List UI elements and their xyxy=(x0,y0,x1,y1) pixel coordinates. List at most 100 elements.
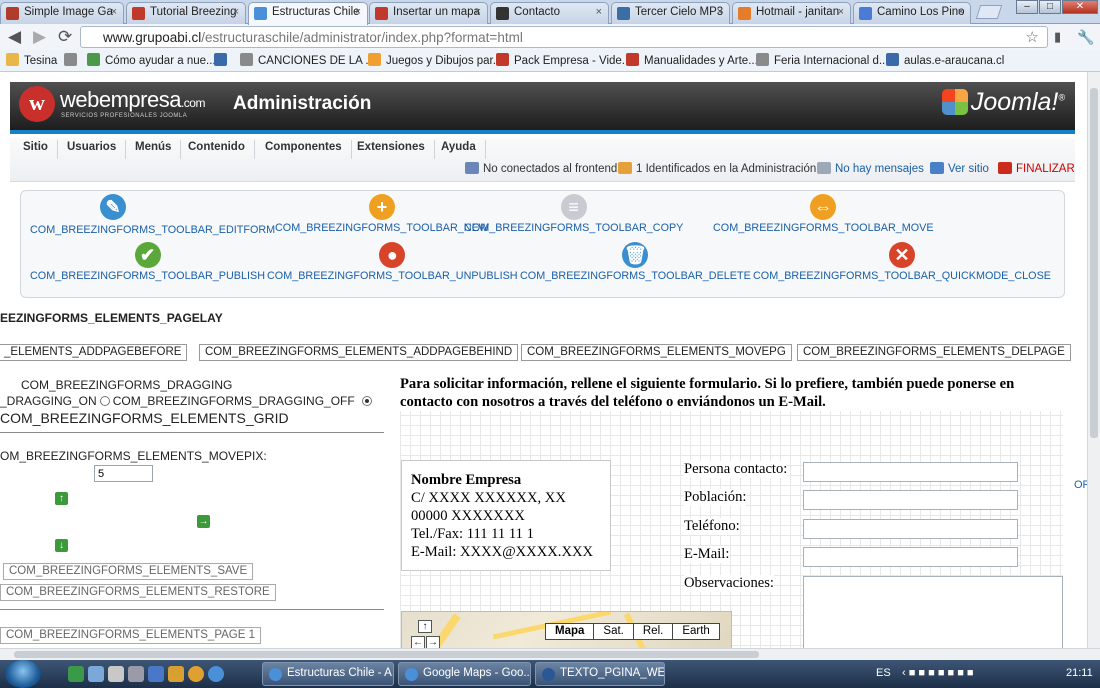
bookmark-item[interactable]: Pack Empresa - Vide... xyxy=(496,53,631,67)
form-text-input[interactable] xyxy=(803,547,1018,567)
dragging-off-radio[interactable] xyxy=(361,396,372,406)
status-item[interactable]: No hay mensajes xyxy=(817,162,924,175)
menu-menús[interactable]: Menús xyxy=(126,140,182,159)
tab-close-icon[interactable]: × xyxy=(233,6,239,18)
page-action-button[interactable]: COM_BREEZINGFORMS_ELEMENTS_DELPAGE xyxy=(797,344,1071,361)
map-type-earth[interactable]: Earth xyxy=(673,624,719,639)
toolbar-unpublish-button[interactable]: ● COM_BREEZINGFORMS_TOOLBAR_UNPUBLISH xyxy=(267,242,518,282)
close-window-button[interactable]: ✕ xyxy=(1062,0,1098,14)
maximize-button[interactable]: □ xyxy=(1039,0,1061,14)
quicklaunch-icon[interactable] xyxy=(188,666,204,682)
wrench-icon[interactable]: 🔧 xyxy=(1077,27,1094,47)
page-menu-icon[interactable]: ▮ xyxy=(1054,27,1061,47)
new-tab-button[interactable] xyxy=(975,5,1003,19)
quicklaunch-icon[interactable] xyxy=(168,666,184,682)
clock[interactable]: 21:11 xyxy=(1066,667,1093,679)
page-action-button[interactable]: _ELEMENTS_ADDPAGEBEFORE xyxy=(0,344,188,361)
minimize-button[interactable]: – xyxy=(1016,0,1038,14)
horizontal-scroll-thumb[interactable] xyxy=(14,651,759,658)
menu-componentes[interactable]: Componentes xyxy=(256,140,352,159)
browser-tab[interactable]: Hotmail - janitan × xyxy=(732,2,851,24)
taskbar-window-button[interactable]: Google Maps - Goo... xyxy=(398,662,531,686)
map-embed[interactable]: ↑ ← → Mapa Sat. Rel. Earth xyxy=(401,611,732,648)
bookmark-item[interactable] xyxy=(64,53,82,67)
move-right-arrow-icon[interactable]: → xyxy=(197,515,210,528)
quicklaunch-icon[interactable] xyxy=(128,666,144,682)
page-action-button[interactable]: COM_BREEZINGFORMS_ELEMENTS_MOVEPG xyxy=(521,344,792,361)
language-indicator[interactable]: ES xyxy=(876,667,891,679)
tab-close-icon[interactable]: × xyxy=(111,6,117,18)
status-item[interactable]: FINALIZAR xyxy=(998,162,1075,175)
browser-tab[interactable]: Tercer Cielo MP3 × xyxy=(611,2,730,24)
quicklaunch-icon[interactable] xyxy=(208,666,224,682)
restore-button[interactable]: COM_BREEZINGFORMS_ELEMENTS_RESTORE xyxy=(0,584,276,601)
tab-close-icon[interactable]: × xyxy=(355,6,361,18)
browser-tab[interactable]: Insertar un mapa × xyxy=(369,2,488,24)
horizontal-scrollbar[interactable] xyxy=(0,648,1100,660)
browser-tab[interactable]: Camino Los Pino × xyxy=(853,2,971,24)
map-pan-left-icon[interactable]: ← xyxy=(411,636,425,648)
tab-close-icon[interactable]: × xyxy=(717,6,723,18)
start-button[interactable] xyxy=(5,660,41,688)
forward-icon[interactable]: ▶ xyxy=(33,27,46,47)
tab-close-icon[interactable]: × xyxy=(596,6,602,18)
taskbar-window-button[interactable]: Estructuras Chile - A... xyxy=(262,662,394,686)
toolbar-publish-button[interactable]: ✔ COM_BREEZINGFORMS_TOOLBAR_PUBLISH xyxy=(30,242,265,282)
toolbar-delete-button[interactable]: 🗑 COM_BREEZINGFORMS_TOOLBAR_DELETE xyxy=(520,242,751,282)
vertical-scroll-thumb[interactable] xyxy=(1090,88,1098,438)
quicklaunch-icon[interactable] xyxy=(68,666,84,682)
menu-contenido[interactable]: Contenido xyxy=(179,140,255,159)
vertical-scrollbar[interactable] xyxy=(1087,72,1100,648)
map-pan-right-icon[interactable]: → xyxy=(426,636,440,648)
browser-tab[interactable]: Tutorial Breezing × xyxy=(126,2,246,24)
bookmark-item[interactable]: Feria Internacional d... xyxy=(756,53,888,67)
bookmark-item[interactable]: aulas.e-araucana.cl xyxy=(886,53,1004,67)
map-type-sat[interactable]: Sat. xyxy=(594,624,634,639)
bookmark-star-icon[interactable]: ☆ xyxy=(1026,28,1039,46)
quicklaunch-icon[interactable] xyxy=(148,666,164,682)
toolbar-copy-button[interactable]: ≡ COM_BREEZINGFORMS_TOOLBAR_COPY xyxy=(464,194,683,234)
bookmark-item[interactable]: Tesina xyxy=(6,53,57,67)
bookmark-item[interactable]: Juegos y Dibujos par... xyxy=(368,53,502,67)
save-button[interactable]: COM_BREEZINGFORMS_ELEMENTS_SAVE xyxy=(3,563,254,580)
dragging-on-radio[interactable] xyxy=(99,396,110,406)
status-item[interactable]: Ver sitio xyxy=(930,162,989,175)
menu-extensiones[interactable]: Extensiones xyxy=(348,140,435,159)
taskbar-window-button[interactable]: TEXTO_PGINA_WEB... xyxy=(535,662,665,686)
bookmark-item[interactable]: Cómo ayudar a nue... xyxy=(87,53,216,67)
browser-tab[interactable]: Estructuras Chile × xyxy=(248,2,368,25)
back-icon[interactable]: ◀ xyxy=(8,27,21,47)
map-type-mapa[interactable]: Mapa xyxy=(546,624,595,639)
toolbar-move-button[interactable]: ⇔ COM_BREEZINGFORMS_TOOLBAR_MOVE xyxy=(713,194,934,234)
quicklaunch-icon[interactable] xyxy=(108,666,124,682)
movepix-input[interactable] xyxy=(94,465,153,482)
toolbar-editform-button[interactable]: ✎ COM_BREEZINGFORMS_TOOLBAR_EDITFORM xyxy=(30,194,275,236)
page-layout-section-title: EEZINGFORMS_ELEMENTS_PAGELAY xyxy=(0,311,223,325)
browser-tab[interactable]: Simple Image Ga × xyxy=(0,2,124,24)
observations-textarea[interactable] xyxy=(803,576,1063,648)
move-up-arrow-icon[interactable]: ↑ xyxy=(55,492,68,505)
toolbar-quickmode-close-button[interactable]: ✕ COM_BREEZINGFORMS_TOOLBAR_QUICKMODE_CLO… xyxy=(753,242,1051,282)
form-text-input[interactable] xyxy=(803,462,1018,482)
tab-close-icon[interactable]: × xyxy=(958,6,964,18)
tab-close-icon[interactable]: × xyxy=(838,6,844,18)
bookmark-item[interactable]: Manualidades y Arte... xyxy=(626,53,758,67)
quicklaunch-icon[interactable] xyxy=(88,666,104,682)
menu-sitio[interactable]: Sitio xyxy=(14,140,58,159)
menu-usuarios[interactable]: Usuarios xyxy=(58,140,127,159)
bookmark-item[interactable]: CANCIONES DE LA ... xyxy=(240,53,375,67)
page-action-button[interactable]: COM_BREEZINGFORMS_ELEMENTS_ADDPAGEBEHIND xyxy=(199,344,519,361)
move-down-arrow-icon[interactable]: ↓ xyxy=(55,539,68,552)
browser-tab[interactable]: Contacto × xyxy=(490,2,609,24)
map-pan-up-icon[interactable]: ↑ xyxy=(418,620,432,633)
reload-icon[interactable]: ⟳ xyxy=(58,27,72,47)
form-text-input[interactable] xyxy=(803,490,1018,510)
map-type-rel[interactable]: Rel. xyxy=(633,624,674,639)
menu-ayuda[interactable]: Ayuda xyxy=(432,140,486,159)
toolbar-new-button[interactable]: + COM_BREEZINGFORMS_TOOLBAR_NEW xyxy=(275,194,489,234)
tab-close-icon[interactable]: × xyxy=(475,6,481,18)
url-input[interactable]: www.grupoabi.cl/estructuraschile/adminis… xyxy=(80,26,1048,48)
form-text-input[interactable] xyxy=(803,519,1018,539)
page-1-button[interactable]: COM_BREEZINGFORMS_ELEMENTS_PAGE 1 xyxy=(0,627,262,644)
bookmark-item[interactable] xyxy=(214,53,232,67)
